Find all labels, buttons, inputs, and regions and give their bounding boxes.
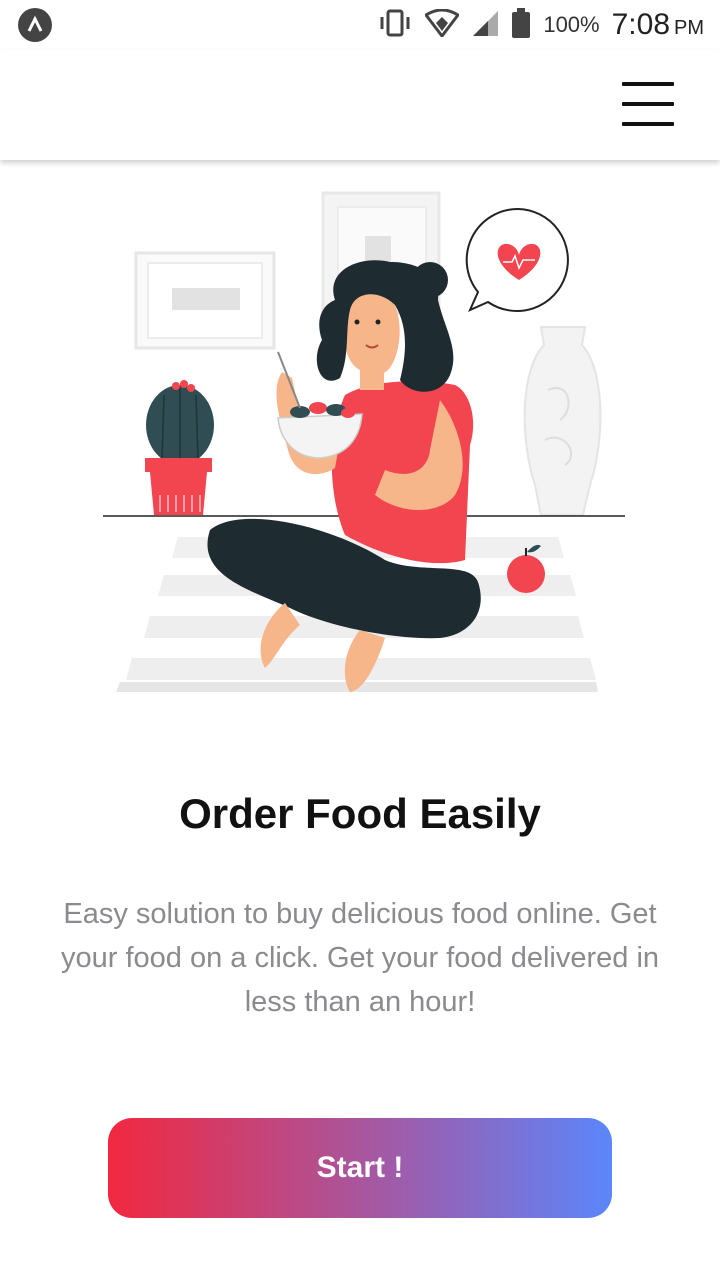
onboarding-title: Order Food Easily	[179, 790, 541, 837]
menu-icon-line	[622, 82, 674, 86]
clock-time: 7:08	[611, 8, 670, 41]
app-notification-icon	[18, 8, 52, 42]
battery-icon	[511, 7, 531, 43]
wifi-icon	[424, 8, 461, 42]
status-bar: 100% 7:08 PM	[0, 0, 720, 50]
cellular-signal-icon	[471, 9, 499, 42]
app-bar	[0, 50, 720, 160]
hamburger-menu-button[interactable]	[622, 82, 674, 126]
menu-icon-line	[622, 122, 674, 126]
clock-suffix: PM	[674, 17, 704, 39]
onboarding-description: Easy solution to buy delicious food onli…	[60, 898, 660, 1018]
vibrate-icon	[377, 9, 413, 42]
clock: 7:08 PM	[612, 8, 704, 42]
woman-eating-salad-illustration	[103, 191, 625, 692]
battery-percentage: 100%	[543, 12, 600, 37]
start-button[interactable]: Start !	[108, 1118, 612, 1218]
menu-icon-line	[622, 102, 674, 106]
status-indicators: 100% 7:08 PM	[377, 0, 704, 50]
